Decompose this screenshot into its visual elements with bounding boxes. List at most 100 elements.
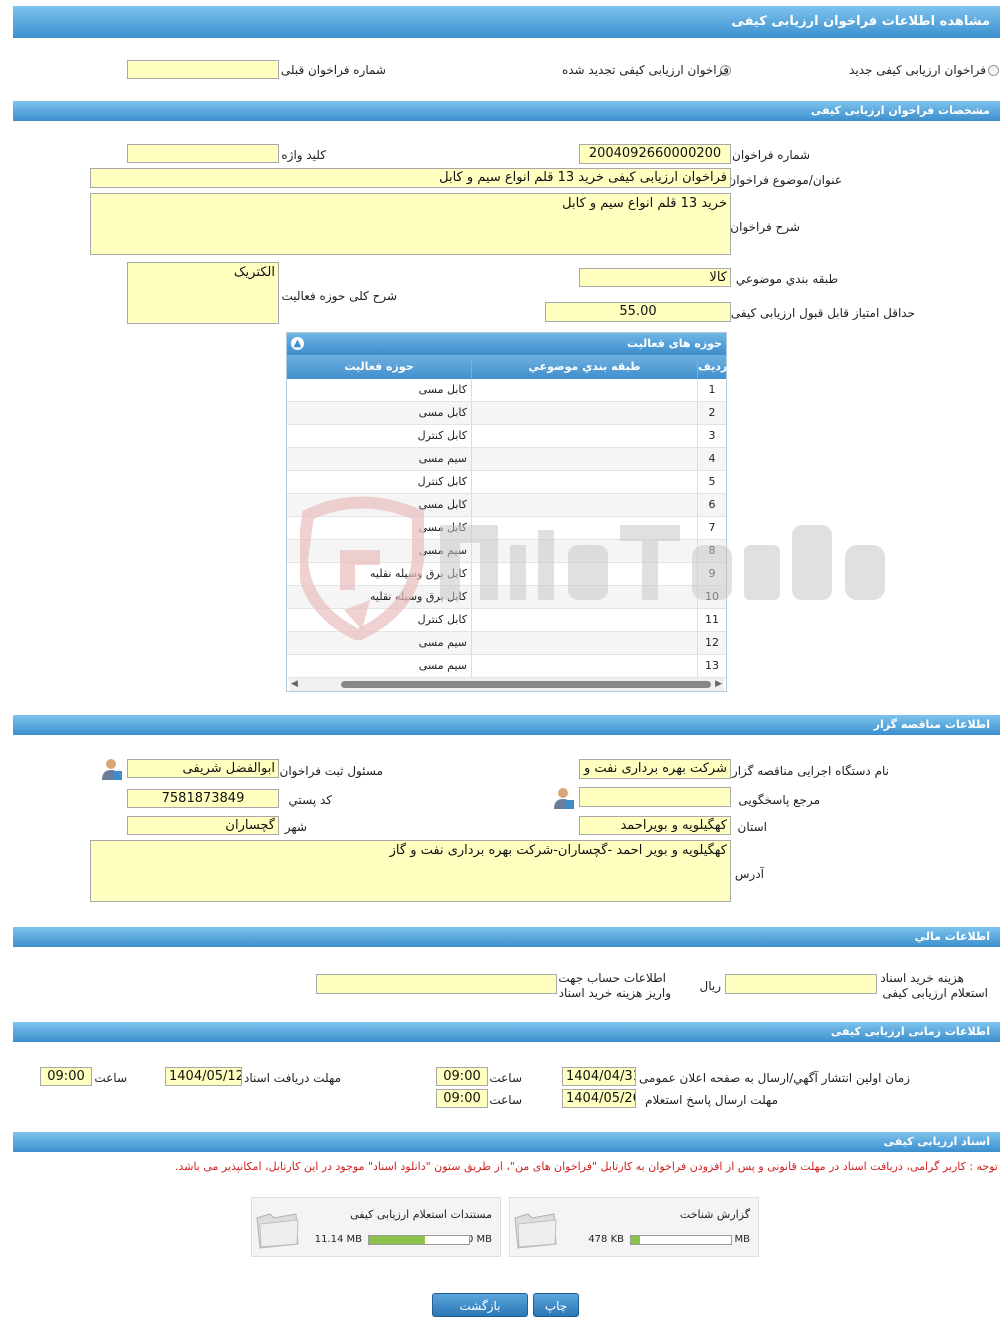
registrar-label: مسئول ثبت فراخوان xyxy=(279,764,384,778)
finance-section-header: اطلاعات مالي xyxy=(13,927,1000,947)
row-number: 13 xyxy=(697,655,726,677)
finance-section-title: اطلاعات مالي xyxy=(914,930,990,943)
back-button[interactable]: بازگشت xyxy=(432,1293,528,1317)
horizontal-scrollbar[interactable]: ◀ ▶ xyxy=(289,678,724,691)
publish-date-field[interactable]: 1404/04/31 xyxy=(562,1067,636,1086)
scrollbar-thumb[interactable] xyxy=(341,681,711,688)
time-label: ساعت xyxy=(94,1071,127,1085)
spec-section-header: مشخصات فراخوان ارزیابی کیفی xyxy=(13,101,1000,121)
print-button[interactable]: چاپ xyxy=(533,1293,579,1317)
table-row[interactable]: 1 کابل مسی xyxy=(287,379,726,402)
spec-section-title: مشخصات فراخوان ارزیابی کیفی xyxy=(810,104,990,117)
folder-icon xyxy=(514,1213,557,1249)
description-field[interactable]: خرید 13 قلم انواع سیم و کابل xyxy=(90,193,731,255)
scroll-left-icon[interactable]: ◀ xyxy=(291,678,298,691)
row-area: کابل مسی xyxy=(418,383,467,396)
timing-section-title: اطلاعات زمانی ارزیابی کیفی xyxy=(830,1025,990,1038)
table-row[interactable]: 3 کابل کنترل xyxy=(287,425,726,448)
table-row[interactable]: 13 سیم مسی xyxy=(287,655,726,678)
user-icon[interactable] xyxy=(101,757,123,781)
province-label: استان xyxy=(737,820,767,834)
column-header-area: حوزه فعالیت xyxy=(287,355,471,379)
doc-fee-label-line2: استعلام ارزیابی کیفی xyxy=(882,986,988,1000)
agency-field[interactable]: شرکت بهره برداری نفت و گ xyxy=(579,759,731,779)
category-field[interactable]: کالا xyxy=(579,268,731,287)
doc-fee-label-line1: هزینه خرید اسناد xyxy=(880,971,964,985)
activity-description-label: شرح کلی حوزه فعالیت xyxy=(281,289,398,303)
publish-time-field[interactable]: 09:00 xyxy=(436,1067,488,1086)
postal-code-label: کد پستي xyxy=(288,793,333,807)
activity-panel-header: حوزه های فعالیت ▲ xyxy=(287,333,726,355)
responder-field[interactable] xyxy=(579,787,731,807)
row-number: 4 xyxy=(697,448,726,470)
province-field[interactable]: کهگیلویه و بویراحمد xyxy=(579,816,731,835)
row-area: سیم مسی xyxy=(418,659,467,672)
doc-fee-field[interactable] xyxy=(725,974,877,994)
time-label: ساعت xyxy=(489,1093,522,1107)
city-label: شهر xyxy=(284,820,307,834)
row-number: 3 xyxy=(697,425,726,447)
document-card[interactable]: گزارش شناخت 5 MB 478 KB xyxy=(509,1197,759,1257)
document-name: مستندات استعلام ارزیابی کیفی xyxy=(350,1208,492,1221)
row-area: کابل کنترل xyxy=(417,429,467,442)
activity-description-field[interactable]: الکتریک xyxy=(127,262,279,324)
radio-new-label: فراخوان ارزیابی کیفی جدید xyxy=(849,63,986,77)
call-number-label: شماره فراخوان xyxy=(732,148,810,162)
currency-label: ریال xyxy=(699,979,721,993)
document-size: 11.14 MB xyxy=(314,1234,362,1245)
account-info-label-line1: اطلاعات حساب جهت xyxy=(558,971,666,985)
keyword-field[interactable] xyxy=(127,144,279,163)
postal-code-field[interactable]: 7581873849 xyxy=(127,789,279,808)
category-label: طبقه بندي موضوعي xyxy=(735,272,838,286)
docs-section-title: اسناد ارزیابی کیفی xyxy=(883,1135,990,1148)
table-row[interactable]: 4 سیم مسی xyxy=(287,448,726,471)
progress-fill xyxy=(369,1236,425,1244)
address-field[interactable]: کهگیلویه و بویر احمد -گچساران-شرکت بهره … xyxy=(90,840,731,902)
receive-deadline-label: مهلت دریافت اسناد xyxy=(243,1071,341,1085)
previous-number-label: شماره فراخوان قبلی xyxy=(280,63,386,77)
collapse-icon[interactable]: ▲ xyxy=(291,337,304,350)
progress-fill xyxy=(631,1236,640,1244)
account-info-field[interactable] xyxy=(316,974,557,994)
row-area: کابل مسی xyxy=(418,406,467,419)
receive-time-field[interactable]: 09:00 xyxy=(40,1067,92,1086)
account-info-label-line2: واریز هزینه خرید اسناد xyxy=(558,986,671,1000)
document-card[interactable]: مستندات استعلام ارزیابی کیفی 20 MB 11.14… xyxy=(251,1197,501,1257)
docs-section-header: اسناد ارزیابی کیفی xyxy=(13,1132,1000,1152)
document-name: گزارش شناخت xyxy=(679,1208,750,1221)
response-time-field[interactable]: 09:00 xyxy=(436,1089,488,1108)
download-progress-bar xyxy=(368,1235,470,1245)
description-label: شرح فراخوان xyxy=(730,220,800,234)
subject-field[interactable]: فراخوان ارزیابی کیفی خرید 13 قلم انواع س… xyxy=(90,168,731,188)
org-section-title: اطلاعات مناقصه گزار xyxy=(873,718,990,731)
receive-date-field[interactable]: 1404/05/12 xyxy=(165,1067,242,1086)
row-number: 2 xyxy=(697,402,726,424)
registrar-field[interactable]: ابوالفضل شریفی xyxy=(127,759,279,778)
time-label: ساعت xyxy=(489,1071,522,1085)
publish-time-label: زمان اولین انتشار آگهي/ارسال به صفحه اعل… xyxy=(639,1071,910,1085)
download-notice: توجه : کاربر گرامی، دریافت اسناد در مهلت… xyxy=(174,1160,998,1173)
radio-new-call[interactable] xyxy=(988,65,999,76)
table-row[interactable]: 2 کابل مسی xyxy=(287,402,726,425)
folder-icon xyxy=(256,1213,299,1249)
min-score-label: حداقل امتیاز قابل قبول ارزیابی کیفی xyxy=(730,306,915,320)
timing-section-header: اطلاعات زمانی ارزیابی کیفی xyxy=(13,1022,1000,1042)
call-number-field[interactable]: 2004092660000200 xyxy=(579,144,731,164)
city-field[interactable]: گچساران xyxy=(127,816,279,835)
column-header-row-number: رديف xyxy=(697,355,727,379)
responder-label: مرجع پاسخگویی xyxy=(738,793,820,807)
row-number: 1 xyxy=(697,379,726,401)
address-label: آدرس xyxy=(734,867,764,881)
agency-label: نام دستگاه اجرایی مناقصه گزار xyxy=(731,764,889,778)
page-title-bar: مشاهده اطلاعات فراخوان ارزیابی کیفی xyxy=(13,6,1000,38)
download-progress-bar xyxy=(630,1235,732,1245)
subject-label: عنوان/موضوع فراخوان xyxy=(727,173,842,187)
radio-renewed-label: فراخوان ارزیابی کیفی تجدید شده xyxy=(561,63,729,77)
org-section-header: اطلاعات مناقصه گزار xyxy=(13,715,1000,735)
scroll-right-icon[interactable]: ▶ xyxy=(715,678,722,691)
user-icon[interactable] xyxy=(553,786,575,810)
min-score-field[interactable]: 55.00 xyxy=(545,302,731,322)
response-deadline-label: مهلت ارسال پاسخ استعلام xyxy=(645,1093,778,1107)
previous-number-field[interactable] xyxy=(127,60,279,79)
response-date-field[interactable]: 1404/05/26 xyxy=(562,1089,636,1108)
